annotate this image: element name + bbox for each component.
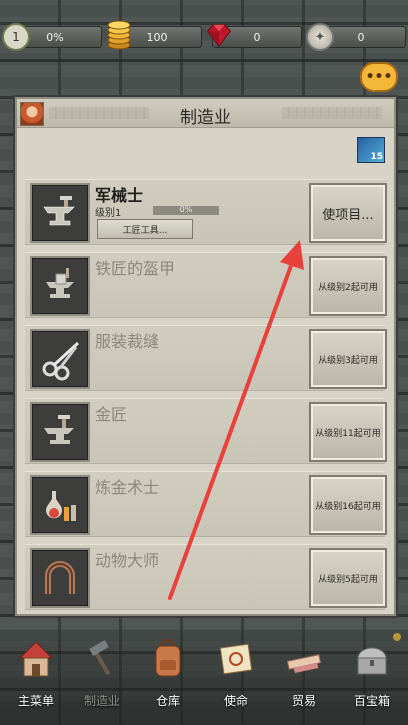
anvil-icon: [30, 183, 90, 243]
craft-row-alchemist: 炼金术士 从级别16起可用: [25, 471, 387, 537]
craft-row-blacksmith-armor: 铁匠的盔甲 从级别2起可用: [25, 252, 387, 318]
craft-name: 铁匠的盔甲: [95, 259, 176, 278]
compass-icon: ✦: [306, 23, 334, 51]
nav-label: 主菜单: [17, 694, 54, 708]
compass-value: 0: [357, 30, 365, 44]
forge-armor-icon: [30, 256, 90, 316]
blueprint-scroll-icon[interactable]: 15: [357, 137, 385, 163]
scissors-icon: [30, 329, 90, 389]
trade-goods-icon: [286, 654, 322, 674]
craft-progress-text: 0%: [179, 205, 193, 214]
crafting-panel: 制造业 15 军械士 级别1 0% 工匠工具... 使项目... 铁匠的盔甲 从…: [15, 97, 396, 616]
craft-row-goldsmith: 金匠 从级别11起可用: [25, 398, 387, 464]
locked-level-button[interactable]: 从级别16起可用: [309, 475, 387, 535]
page-title: 制造业: [180, 108, 231, 128]
craft-progress-bar: 0%: [153, 205, 219, 215]
nav-main-menu[interactable]: 主菜单: [4, 636, 68, 716]
locked-level-button[interactable]: 从级别3起可用: [309, 329, 387, 389]
alchemy-flasks-icon: [30, 475, 90, 535]
nav-label: 使命: [223, 694, 248, 708]
nav-crafting[interactable]: 制造业: [70, 636, 134, 716]
craft-row-armorer: 军械士 级别1 0% 工匠工具... 使项目...: [25, 179, 387, 245]
craft-name: 军械士: [95, 186, 144, 205]
craftsman-tools-button[interactable]: 工匠工具...: [97, 219, 193, 239]
house-icon: [18, 641, 54, 677]
bottom-navigation: 主菜单 制造业 仓库 使命 贸易 百宝箱: [0, 630, 408, 725]
craft-name: 动物大师: [95, 551, 160, 570]
locked-level-button[interactable]: 从级别2起可用: [309, 256, 387, 316]
craft-name: 金匠: [95, 405, 128, 424]
hammer-icon: [89, 640, 111, 676]
craft-row-tailor: 服装裁缝 从级别3起可用: [25, 325, 387, 391]
locked-level-button[interactable]: 从级别11起可用: [309, 402, 387, 462]
scroll-map-icon: [219, 643, 253, 675]
nav-trade[interactable]: 贸易: [272, 636, 336, 716]
level-badge-icon: 1: [2, 23, 30, 51]
nav-treasure-chest[interactable]: 百宝箱: [340, 636, 404, 716]
ruby-gem-icon: [204, 20, 234, 50]
gold-coins-icon: [104, 20, 134, 50]
xp-progress-text: 0%: [46, 30, 64, 44]
level-label: 级别1: [95, 208, 122, 219]
craft-name: 炼金术士: [95, 478, 160, 497]
nav-label: 制造业: [83, 694, 120, 708]
craft-row-animal-master: 动物大师 从级别5起可用: [25, 544, 387, 610]
goldsmith-anvil-icon: [30, 402, 90, 462]
coins-value: 100: [146, 30, 168, 44]
level-value: 1: [12, 30, 20, 44]
craft-name: 服装裁缝: [95, 332, 160, 351]
nav-label: 贸易: [291, 694, 316, 708]
panel-header: 制造业: [17, 99, 394, 128]
scroll-count-badge: 15: [370, 152, 383, 162]
horseshoe-icon: [30, 548, 90, 608]
nav-label: 百宝箱: [353, 694, 390, 708]
nav-warehouse[interactable]: 仓库: [136, 636, 200, 716]
nav-label: 仓库: [155, 694, 180, 708]
backpack-icon: [155, 639, 181, 677]
treasure-chest-icon: [357, 647, 387, 675]
gems-value: 0: [253, 30, 261, 44]
chat-bubble-button[interactable]: •••: [360, 62, 398, 92]
status-bar: 0% 1 100 0 0 ✦: [0, 20, 408, 52]
locked-level-button[interactable]: 从级别5起可用: [309, 548, 387, 608]
nav-missions[interactable]: 使命: [204, 636, 268, 716]
use-project-button[interactable]: 使项目...: [309, 183, 387, 243]
